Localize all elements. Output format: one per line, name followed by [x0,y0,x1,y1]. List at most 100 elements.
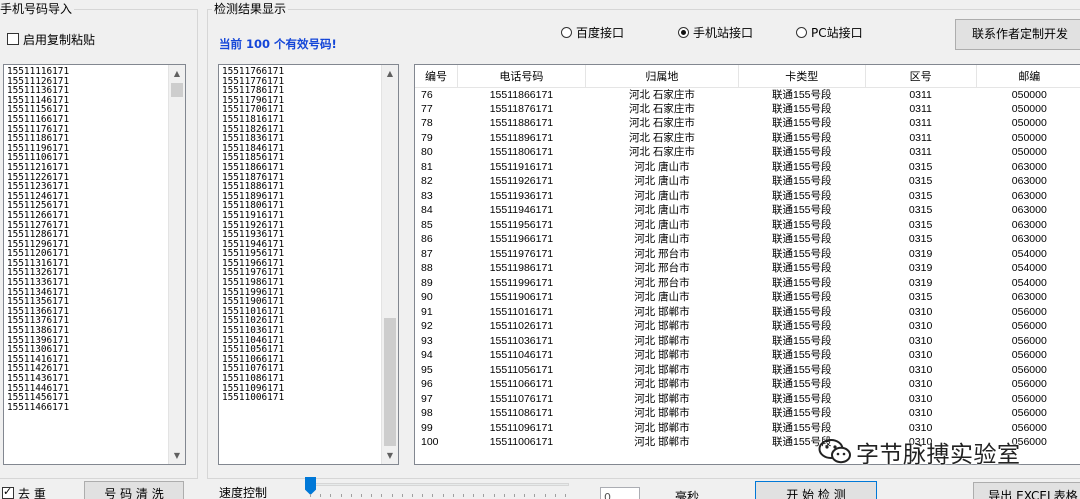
cell-location: 河北 邯郸市 [634,305,690,318]
cell-location: 河北 唐山市 [634,291,690,304]
cell-location: 河北 唐山市 [634,189,690,202]
cell-area-code: 0311 [909,117,932,130]
table-row[interactable]: 82 15511926171 河北 唐山市 联通155号段 0315 063000 [415,174,1080,189]
radio-pc-api[interactable]: PC站接口 [796,26,863,40]
table-row[interactable]: 83 15511936171 河北 唐山市 联通155号段 0315 063000 [415,189,1080,204]
cell-id: 85 [421,218,433,231]
radio-button[interactable] [678,27,689,38]
table-row[interactable]: 79 15511896171 河北 石家庄市 联通155号段 0311 050000 [415,131,1080,146]
scroll-down-icon[interactable]: ▼ [169,447,185,464]
slider-tick [452,494,454,497]
col-header-postcode[interactable]: 邮编 [976,65,1080,88]
cell-postcode: 054000 [1011,276,1047,289]
cell-phone: 15511906171 [489,291,554,304]
col-header-phone[interactable]: 电话号码 [457,65,586,88]
cell-phone: 15511086171 [489,407,554,420]
import-list-scrollbar[interactable]: ▲ ▼ [168,65,185,464]
cell-id: 77 [421,102,433,115]
cell-phone: 15511916171 [489,160,554,173]
cell-location: 河北 邯郸市 [634,349,690,362]
table-row[interactable]: 96 15511066171 河北 邯郸市 联通155号段 0310 056000 [415,377,1080,392]
speed-label: 速度控制 [219,486,268,499]
table-row[interactable]: 90 15511906171 河北 唐山市 联通155号段 0315 063000 [415,290,1080,305]
col-header-card-type[interactable]: 卡类型 [738,65,866,88]
scroll-up-icon[interactable]: ▲ [382,65,398,82]
speed-slider-thumb[interactable] [305,477,316,495]
cell-location: 河北 邢台市 [634,247,690,260]
speed-slider-track[interactable] [307,483,569,486]
table-row[interactable]: 84 15511946171 河北 唐山市 联通155号段 0315 063000 [415,203,1080,218]
cell-area-code: 0315 [908,204,933,217]
clean-numbers-button[interactable]: 号 码 清 洗 [84,481,184,499]
cell-id: 84 [421,204,433,217]
speed-value-input[interactable]: 0 [600,487,640,499]
col-header-location[interactable]: 归属地 [585,65,739,88]
table-row[interactable]: 97 15511076171 河北 邯郸市 联通155号段 0310 056000 [415,392,1080,407]
watermark-text: 字节脉搏实验室 [856,442,1021,468]
cell-postcode: 056000 [1011,334,1047,347]
cell-area-code: 0311 [909,102,932,115]
valid-list-scrollbar[interactable]: ▲ ▼ [381,65,398,464]
cell-postcode: 056000 [1011,421,1047,434]
cell-id: 93 [421,334,433,347]
slider-tick [371,494,373,497]
cell-area-code: 0310 [908,392,933,405]
radio-mobile-api[interactable]: 手机站接口 [678,26,753,40]
table-row[interactable]: 80 15511806171 河北 石家庄市 联通155号段 0311 050000 [415,145,1080,160]
table-row[interactable]: 98 15511086171 河北 邯郸市 联通155号段 0310 056000 [415,406,1080,421]
scroll-up-icon[interactable]: ▲ [169,65,185,82]
table-row[interactable]: 92 15511026171 河北 邯郸市 联通155号段 0310 056000 [415,319,1080,334]
cell-card-type: 联通155号段 [772,421,832,434]
table-row[interactable]: 78 15511886171 河北 石家庄市 联通155号段 0311 050000 [415,116,1080,131]
cell-postcode: 063000 [1011,233,1047,246]
table-row[interactable]: 95 15511056171 河北 邯郸市 联通155号段 0310 056000 [415,363,1080,378]
valid-number-list[interactable]: 15511766171 15511776171 15511786171 1551179… [218,64,399,465]
table-row[interactable]: 81 15511916171 河北 唐山市 联通155号段 0315 063000 [415,160,1080,175]
table-row[interactable]: 76 15511866171 河北 石家庄市 联通155号段 0311 050000 [415,87,1080,102]
cell-postcode: 056000 [1011,305,1047,318]
radio-baidu-api[interactable]: 百度接口 [561,26,624,40]
cell-location: 河北 邯郸市 [634,436,690,449]
cell-postcode: 050000 [1011,117,1047,130]
col-header-id[interactable]: 编号 [415,65,458,88]
import-number-list[interactable]: 15511116171 15511126171 15511136171 1551114… [3,64,186,465]
cell-location: 河北 邯郸市 [634,407,690,420]
dedup-check-box[interactable] [2,485,14,499]
slider-tick [565,494,566,497]
cell-card-type: 联通155号段 [772,218,832,231]
scroll-thumb[interactable] [171,83,183,97]
cell-location: 河北 石家庄市 [628,146,695,159]
radio-button[interactable] [561,27,572,38]
export-excel-button[interactable]: 导出 EXCEL表格 [973,482,1080,499]
wechat-icon [818,439,851,464]
start-check-button[interactable]: 开 始 检 测 [755,481,877,499]
enable-paste-checkbox[interactable]: 启用复制粘贴 [7,33,95,47]
scroll-thumb[interactable] [384,318,396,446]
cell-area-code: 0319 [908,247,933,260]
cell-card-type: 联通155号段 [772,146,832,159]
table-row[interactable]: 86 15511966171 河北 唐山市 联通155号段 0315 063000 [415,232,1080,247]
scroll-down-icon[interactable]: ▼ [382,447,398,464]
table-row[interactable]: 85 15511956171 河北 唐山市 联通155号段 0315 063000 [415,218,1080,233]
table-row[interactable]: 88 15511986171 河北 邢台市 联通155号段 0319 054000 [415,261,1080,276]
result-table[interactable]: 编号 电话号码 归属地 卡类型 区号 邮编 76 15511866171 河北 石家… [414,64,1080,465]
table-row[interactable]: 93 15511036171 河北 邯郸市 联通155号段 0310 056000 [415,334,1080,349]
table-row[interactable]: 91 15511016171 河北 邯郸市 联通155号段 0310 056000 [415,305,1080,320]
contact-author-button[interactable]: 联系作者定制开发 [955,19,1080,50]
radio-button[interactable] [796,27,807,38]
cell-card-type: 联通155号段 [772,363,832,376]
cell-area-code: 0310 [908,407,933,420]
table-row[interactable]: 77 15511876171 河北 石家庄市 联通155号段 0311 050000 [415,102,1080,117]
list-item[interactable]: 15511466171 [7,403,69,413]
enable-paste-check-box[interactable] [7,33,19,45]
table-row[interactable]: 94 15511046171 河北 邯郸市 联通155号段 0310 056000 [415,348,1080,363]
cell-postcode: 050000 [1011,146,1047,159]
col-header-area-code[interactable]: 区号 [865,65,977,88]
dedup-checkbox[interactable]: 去 重 [2,485,46,499]
cell-id: 88 [421,262,433,275]
list-item[interactable]: 15511006171 [222,393,284,403]
cell-postcode: 056000 [1011,349,1047,362]
table-row[interactable]: 99 15511096171 河北 邯郸市 联通155号段 0310 056000 [415,421,1080,436]
table-row[interactable]: 87 15511976171 河北 邢台市 联通155号段 0319 054000 [415,247,1080,262]
table-row[interactable]: 89 15511996171 河北 邢台市 联通155号段 0319 054000 [415,276,1080,291]
